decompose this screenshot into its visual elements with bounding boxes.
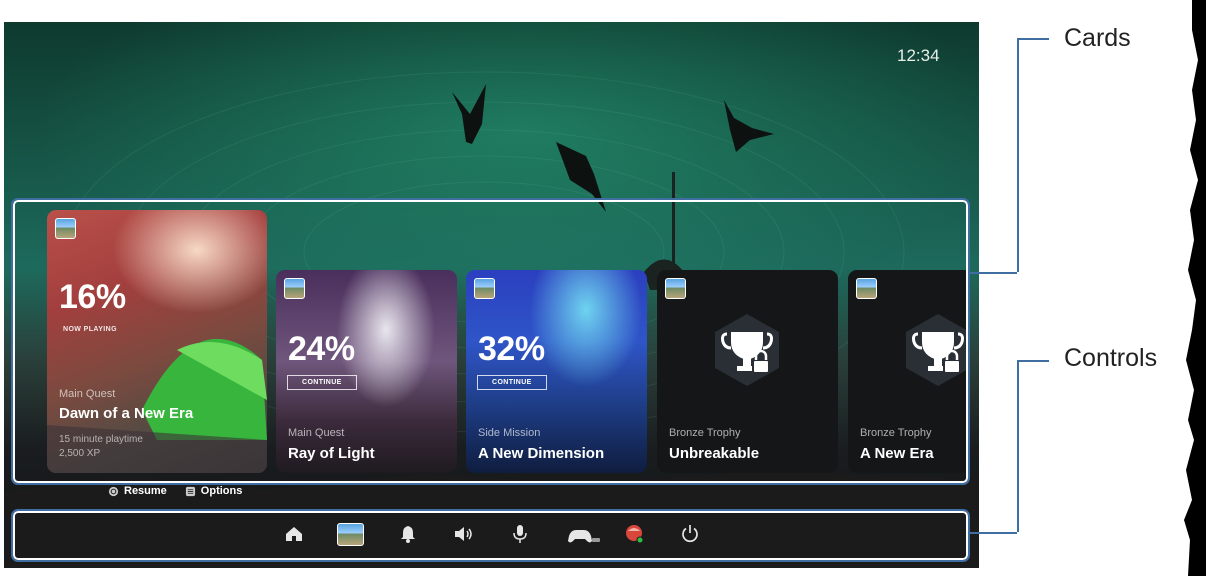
options-hint: Options <box>200 485 243 497</box>
cards-connector-top <box>1017 38 1049 40</box>
cards-highlight-frame <box>11 198 970 485</box>
controls-callout-label: Controls <box>1064 344 1158 372</box>
controls-connector-top <box>1017 360 1049 362</box>
button-hints: Resume Options <box>108 485 242 497</box>
cards-callout-label: Cards <box>1064 24 1131 52</box>
torn-edge-decoration <box>1184 0 1206 576</box>
cards-connector-vertical <box>1017 38 1019 272</box>
cards-connector-line <box>969 272 1017 274</box>
controls-highlight-frame <box>11 509 970 562</box>
controls-connector-line <box>969 532 1017 534</box>
controls-connector-vertical <box>1017 360 1019 532</box>
options-button-icon <box>185 486 195 496</box>
resume-hint: Resume <box>124 485 167 497</box>
clock: 12:34 <box>897 46 940 65</box>
circle-button-icon <box>108 486 119 496</box>
